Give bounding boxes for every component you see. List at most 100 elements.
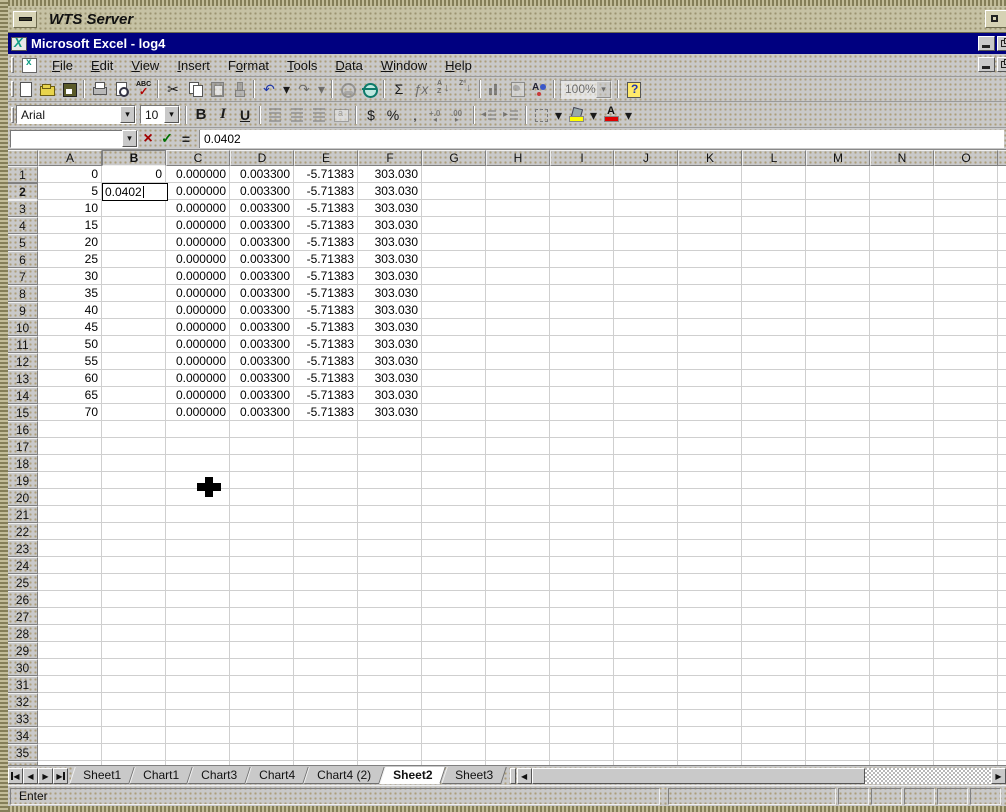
cell-F21[interactable]	[358, 506, 422, 523]
menu-help[interactable]: Help	[436, 56, 481, 75]
cell-J25[interactable]	[614, 574, 678, 591]
cell-E22[interactable]	[294, 523, 358, 540]
column-header-A[interactable]: A	[38, 150, 102, 166]
borders-dropdown-button[interactable]: ▾	[552, 104, 565, 126]
cell-G28[interactable]	[422, 625, 486, 642]
cell-E30[interactable]	[294, 659, 358, 676]
cell-L21[interactable]	[742, 506, 806, 523]
cell-I27[interactable]	[550, 608, 614, 625]
fill-color-button[interactable]	[565, 104, 587, 126]
cell-M9[interactable]	[806, 302, 870, 319]
row-header-6[interactable]: 6	[8, 251, 38, 268]
cell-K6[interactable]	[678, 251, 742, 268]
cell-I26[interactable]	[550, 591, 614, 608]
cell-F8[interactable]: 303.030	[358, 285, 422, 302]
cell-I1[interactable]	[550, 166, 614, 183]
print-preview-button[interactable]	[110, 78, 132, 100]
cell-I15[interactable]	[550, 404, 614, 421]
cell-H23[interactable]	[486, 540, 550, 557]
cell-O28[interactable]	[934, 625, 998, 642]
cell-A14[interactable]: 65	[38, 387, 102, 404]
cell-K25[interactable]	[678, 574, 742, 591]
cell-D29[interactable]	[230, 642, 294, 659]
scroll-left-button[interactable]: ◀	[516, 768, 532, 784]
cell-C12[interactable]: 0.000000	[166, 353, 230, 370]
cell-L17[interactable]	[742, 438, 806, 455]
column-header-H[interactable]: H	[486, 150, 550, 166]
cell-F13[interactable]: 303.030	[358, 370, 422, 387]
cell-G29[interactable]	[422, 642, 486, 659]
cell-F33[interactable]	[358, 710, 422, 727]
cell-D19[interactable]	[230, 472, 294, 489]
cell-M12[interactable]	[806, 353, 870, 370]
cell-D17[interactable]	[230, 438, 294, 455]
cell-D25[interactable]	[230, 574, 294, 591]
row-header-11[interactable]: 11	[8, 336, 38, 353]
cell-H28[interactable]	[486, 625, 550, 642]
cell-J7[interactable]	[614, 268, 678, 285]
cell-G7[interactable]	[422, 268, 486, 285]
undo-dropdown-button[interactable]: ▾	[280, 78, 293, 100]
row-header-24[interactable]: 24	[8, 557, 38, 574]
cell-B15[interactable]	[102, 404, 166, 421]
cell-M25[interactable]	[806, 574, 870, 591]
row-header-15[interactable]: 15	[8, 404, 38, 421]
cell-M21[interactable]	[806, 506, 870, 523]
cell-G26[interactable]	[422, 591, 486, 608]
cell-B28[interactable]	[102, 625, 166, 642]
cell-D18[interactable]	[230, 455, 294, 472]
cell-N21[interactable]	[870, 506, 934, 523]
cell-M1[interactable]	[806, 166, 870, 183]
map-button[interactable]	[506, 78, 528, 100]
cell-H10[interactable]	[486, 319, 550, 336]
cell-C28[interactable]	[166, 625, 230, 642]
menu-tools[interactable]: Tools	[278, 56, 326, 75]
cell-F6[interactable]: 303.030	[358, 251, 422, 268]
cell-K14[interactable]	[678, 387, 742, 404]
cell-D7[interactable]: 0.003300	[230, 268, 294, 285]
cell-L2[interactable]	[742, 183, 806, 200]
sheet-tab-chart42[interactable]: Chart4 (2)	[303, 767, 385, 784]
cell-G3[interactable]	[422, 200, 486, 217]
cell-N29[interactable]	[870, 642, 934, 659]
cell-E2[interactable]: -5.71383	[294, 183, 358, 200]
cell-I25[interactable]	[550, 574, 614, 591]
cell-M15[interactable]	[806, 404, 870, 421]
cell-L23[interactable]	[742, 540, 806, 557]
column-header-C[interactable]: C	[166, 150, 230, 166]
spelling-button[interactable]	[132, 78, 154, 100]
cell-O34[interactable]	[934, 727, 998, 744]
cell-C33[interactable]	[166, 710, 230, 727]
cell-A31[interactable]	[38, 676, 102, 693]
cell-D32[interactable]	[230, 693, 294, 710]
cell-F14[interactable]: 303.030	[358, 387, 422, 404]
cell-A27[interactable]	[38, 608, 102, 625]
cell-H29[interactable]	[486, 642, 550, 659]
cell-J11[interactable]	[614, 336, 678, 353]
cell-E11[interactable]: -5.71383	[294, 336, 358, 353]
cell-N1[interactable]	[870, 166, 934, 183]
row-header-14[interactable]: 14	[8, 387, 38, 404]
cell-I29[interactable]	[550, 642, 614, 659]
cell-K16[interactable]	[678, 421, 742, 438]
cell-O10[interactable]	[934, 319, 998, 336]
cell-G17[interactable]	[422, 438, 486, 455]
cell-J17[interactable]	[614, 438, 678, 455]
cell-D14[interactable]: 0.003300	[230, 387, 294, 404]
cell-I9[interactable]	[550, 302, 614, 319]
cell-A19[interactable]	[38, 472, 102, 489]
cell-L30[interactable]	[742, 659, 806, 676]
row-header-34[interactable]: 34	[8, 727, 38, 744]
column-header-N[interactable]: N	[870, 150, 934, 166]
cell-H3[interactable]	[486, 200, 550, 217]
cell-L35[interactable]	[742, 744, 806, 761]
cell-K34[interactable]	[678, 727, 742, 744]
cell-M27[interactable]	[806, 608, 870, 625]
column-header-D[interactable]: D	[230, 150, 294, 166]
cell-E13[interactable]: -5.71383	[294, 370, 358, 387]
first-sheet-button[interactable]: ◀	[8, 768, 23, 784]
row-header-23[interactable]: 23	[8, 540, 38, 557]
cell-K9[interactable]	[678, 302, 742, 319]
cell-G22[interactable]	[422, 523, 486, 540]
cell-H20[interactable]	[486, 489, 550, 506]
